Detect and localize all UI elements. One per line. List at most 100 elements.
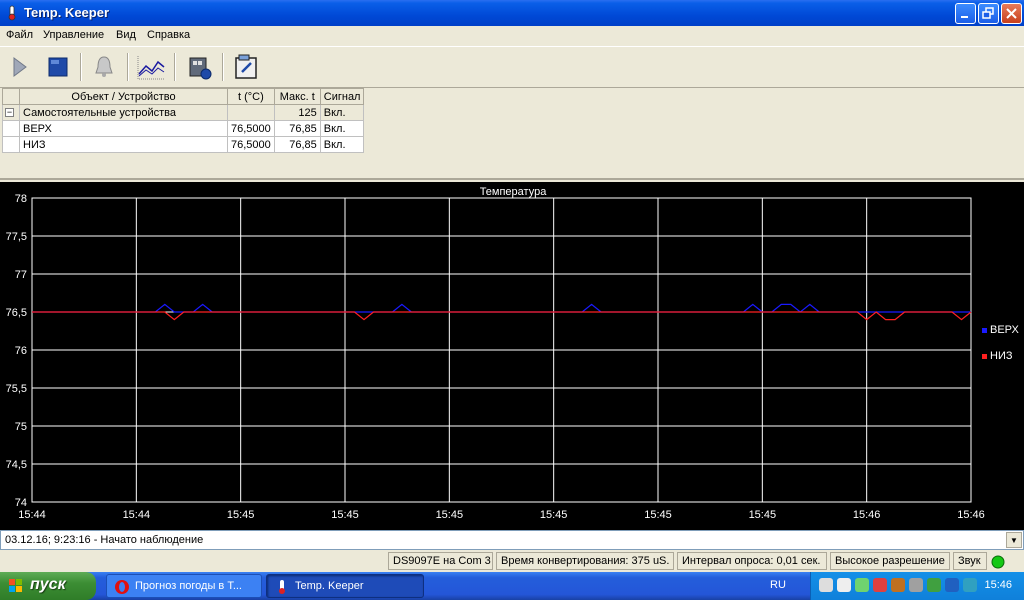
y-tick-label: 75,5 xyxy=(6,383,27,395)
x-tick-label: 15:45 xyxy=(436,509,464,521)
table-row[interactable]: ВЕРХ 76,5000 76,85 Вкл. xyxy=(2,120,365,137)
x-tick-label: 15:45 xyxy=(749,509,777,521)
play-icon xyxy=(13,57,27,77)
taskbar-item-temp-keeper[interactable]: Temp. Keeper xyxy=(266,574,424,598)
legend-label: ВЕРХ xyxy=(990,324,1020,336)
legend-label: НИЗ xyxy=(990,350,1013,362)
group-max: 125 xyxy=(273,104,321,121)
language-indicator[interactable]: RU xyxy=(770,579,786,591)
monitor-icon[interactable] xyxy=(963,578,977,592)
bell-icon xyxy=(95,56,113,77)
tray-app-icon[interactable] xyxy=(891,578,905,592)
title-bar[interactable]: Temp. Keeper xyxy=(0,0,1024,26)
toolbar-separator xyxy=(222,53,224,81)
device-max: 76,85 xyxy=(273,136,321,153)
temperature-chart: Температура 78 77,5 77 76,5 76 75,5 75 74,5 74 1… xyxy=(0,182,1024,530)
x-tick-label: 15:44 xyxy=(123,509,151,521)
taskbar-item-browser[interactable]: Прогноз погоды в Т... xyxy=(106,574,262,598)
collapse-icon[interactable]: − xyxy=(5,108,14,118)
thermometer-tray-icon[interactable] xyxy=(837,578,851,592)
chart-svg: Температура 78 77,5 77 76,5 76 75,5 75 74,5 74 1… xyxy=(6,186,1020,521)
y-tick-label: 74 xyxy=(15,497,27,509)
taskbar-item-label: Прогноз погоды в Т... xyxy=(135,580,242,592)
x-tick-label: 15:45 xyxy=(331,509,359,521)
header-expander xyxy=(2,88,20,105)
network-icon[interactable] xyxy=(855,578,869,592)
menu-file[interactable]: Файл xyxy=(6,29,33,41)
update-icon[interactable] xyxy=(927,578,941,592)
x-axis-ticks: 15:44 15:44 15:45 15:45 15:45 15:45 15:45 15:45… xyxy=(18,509,985,521)
toolbar xyxy=(0,46,1024,88)
device-name: НИЗ xyxy=(19,136,228,153)
chart-title: Температура xyxy=(480,186,548,198)
y-tick-label: 77 xyxy=(15,269,27,281)
antivirus-icon[interactable] xyxy=(873,578,887,592)
status-interval: Интервал опроса: 0,01 сек. xyxy=(677,552,827,570)
clock: 15:46 xyxy=(984,579,1012,591)
header-signal[interactable]: Сигнал xyxy=(319,88,365,105)
windows-flag-icon xyxy=(9,579,22,592)
x-tick-label: 15:45 xyxy=(227,509,255,521)
header-temperature[interactable]: t (°C) xyxy=(227,88,275,105)
chart-button[interactable] xyxy=(136,52,166,82)
restore-icon xyxy=(982,7,994,19)
start-button[interactable]: пуск xyxy=(0,572,96,600)
table-row[interactable]: НИЗ 76,5000 76,85 Вкл. xyxy=(2,136,365,153)
properties-icon xyxy=(235,54,257,79)
status-resolution: Высокое разрешение xyxy=(830,552,950,570)
x-tick-label: 15:46 xyxy=(853,509,881,521)
toolbar-separator xyxy=(127,53,129,81)
log-dropdown-button[interactable]: ▼ xyxy=(1006,532,1022,548)
status-conversion: Время конвертирования: 375 uS. xyxy=(496,552,674,570)
speaker-icon[interactable] xyxy=(909,578,923,592)
log-bar[interactable]: 03.12.16; 9:23:16 - Начато наблюдение ▼ xyxy=(0,530,1024,550)
group-temperature xyxy=(227,104,275,121)
start-label: пуск xyxy=(30,576,66,593)
thermometer-app-icon xyxy=(279,580,285,594)
legend-swatch xyxy=(982,354,987,359)
menu-control[interactable]: Управление xyxy=(43,29,104,41)
y-tick-label: 76,5 xyxy=(6,307,27,319)
minimize-button[interactable] xyxy=(955,3,976,24)
menu-view[interactable]: Вид xyxy=(116,29,136,41)
y-tick-label: 76 xyxy=(15,345,27,357)
chart-icon xyxy=(137,56,165,80)
taskbar-item-label: Temp. Keeper xyxy=(295,580,364,592)
y-tick-label: 74,5 xyxy=(6,459,27,471)
status-bar: DS9097E на Com 3 Время конвертирования: … xyxy=(0,550,1024,572)
x-tick-label: 15:45 xyxy=(540,509,568,521)
legend-swatch xyxy=(982,328,987,333)
alarm-button[interactable] xyxy=(89,52,119,82)
device-name: ВЕРХ xyxy=(19,120,228,137)
toolbar-separator xyxy=(80,53,82,81)
usb-icon[interactable] xyxy=(819,578,833,592)
menu-help[interactable]: Справка xyxy=(147,29,190,41)
display-icon[interactable] xyxy=(945,578,959,592)
row-spacer xyxy=(2,120,20,137)
device-settings-icon xyxy=(189,57,212,80)
system-tray: 15:46 xyxy=(810,572,1024,600)
y-tick-label: 75 xyxy=(15,421,27,433)
table-group-row[interactable]: − Самостоятельные устройства 125 Вкл. xyxy=(2,104,365,121)
status-device: DS9097E на Com 3 xyxy=(388,552,493,570)
x-tick-label: 15:44 xyxy=(18,509,46,521)
device-table: Объект / Устройство t (°C) Макс. t Сигна… xyxy=(2,88,365,153)
properties-button[interactable] xyxy=(231,52,261,82)
device-temperature: 76,5000 xyxy=(227,136,275,153)
toolbar-separator xyxy=(174,53,176,81)
chart-legend: ВЕРХ НИЗ xyxy=(982,324,1020,362)
group-expander[interactable]: − xyxy=(2,104,20,121)
header-max-temperature[interactable]: Макс. t xyxy=(273,88,321,105)
y-axis-ticks: 78 77,5 77 76,5 76 75,5 75 74,5 74 xyxy=(6,193,27,509)
status-sound: Звук xyxy=(953,552,987,570)
device-settings-button[interactable] xyxy=(184,52,214,82)
close-icon xyxy=(1006,8,1017,19)
restore-button[interactable] xyxy=(978,3,999,24)
close-button[interactable] xyxy=(1001,3,1022,24)
header-object[interactable]: Объект / Устройство xyxy=(19,88,228,105)
chart-grid xyxy=(31,197,972,503)
start-monitoring-button[interactable] xyxy=(4,52,34,82)
x-tick-label: 15:46 xyxy=(957,509,985,521)
device-max: 76,85 xyxy=(273,120,321,137)
stop-monitoring-button[interactable] xyxy=(43,52,73,82)
